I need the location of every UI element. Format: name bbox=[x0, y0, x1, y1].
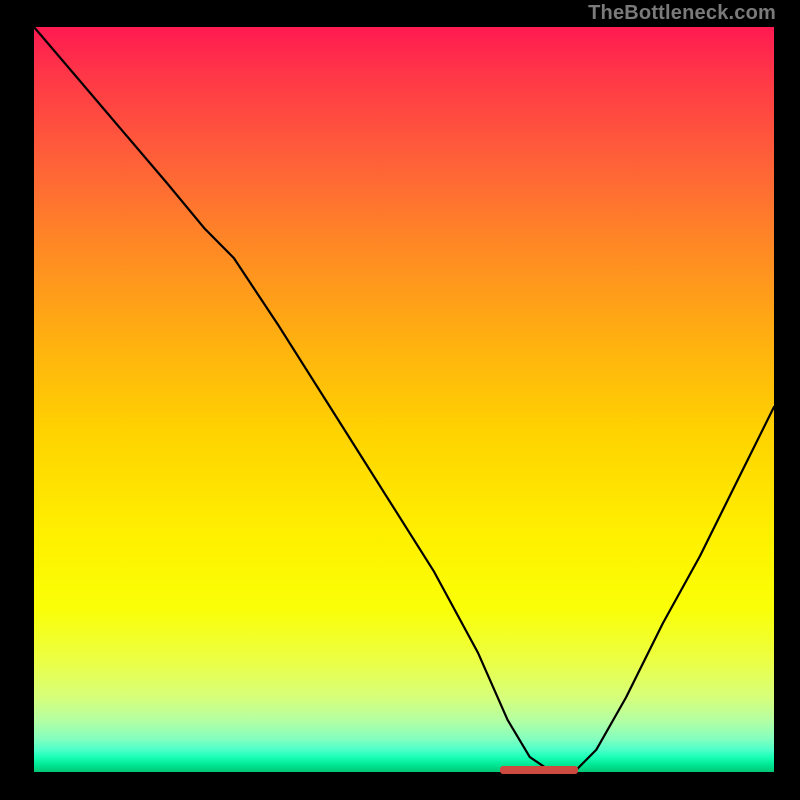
watermark-text: TheBottleneck.com bbox=[588, 2, 776, 25]
chart-frame: TheBottleneck.com bbox=[0, 0, 800, 800]
optimal-range-marker bbox=[500, 766, 578, 774]
bottleneck-curve bbox=[34, 27, 774, 772]
plot-area bbox=[34, 27, 774, 772]
